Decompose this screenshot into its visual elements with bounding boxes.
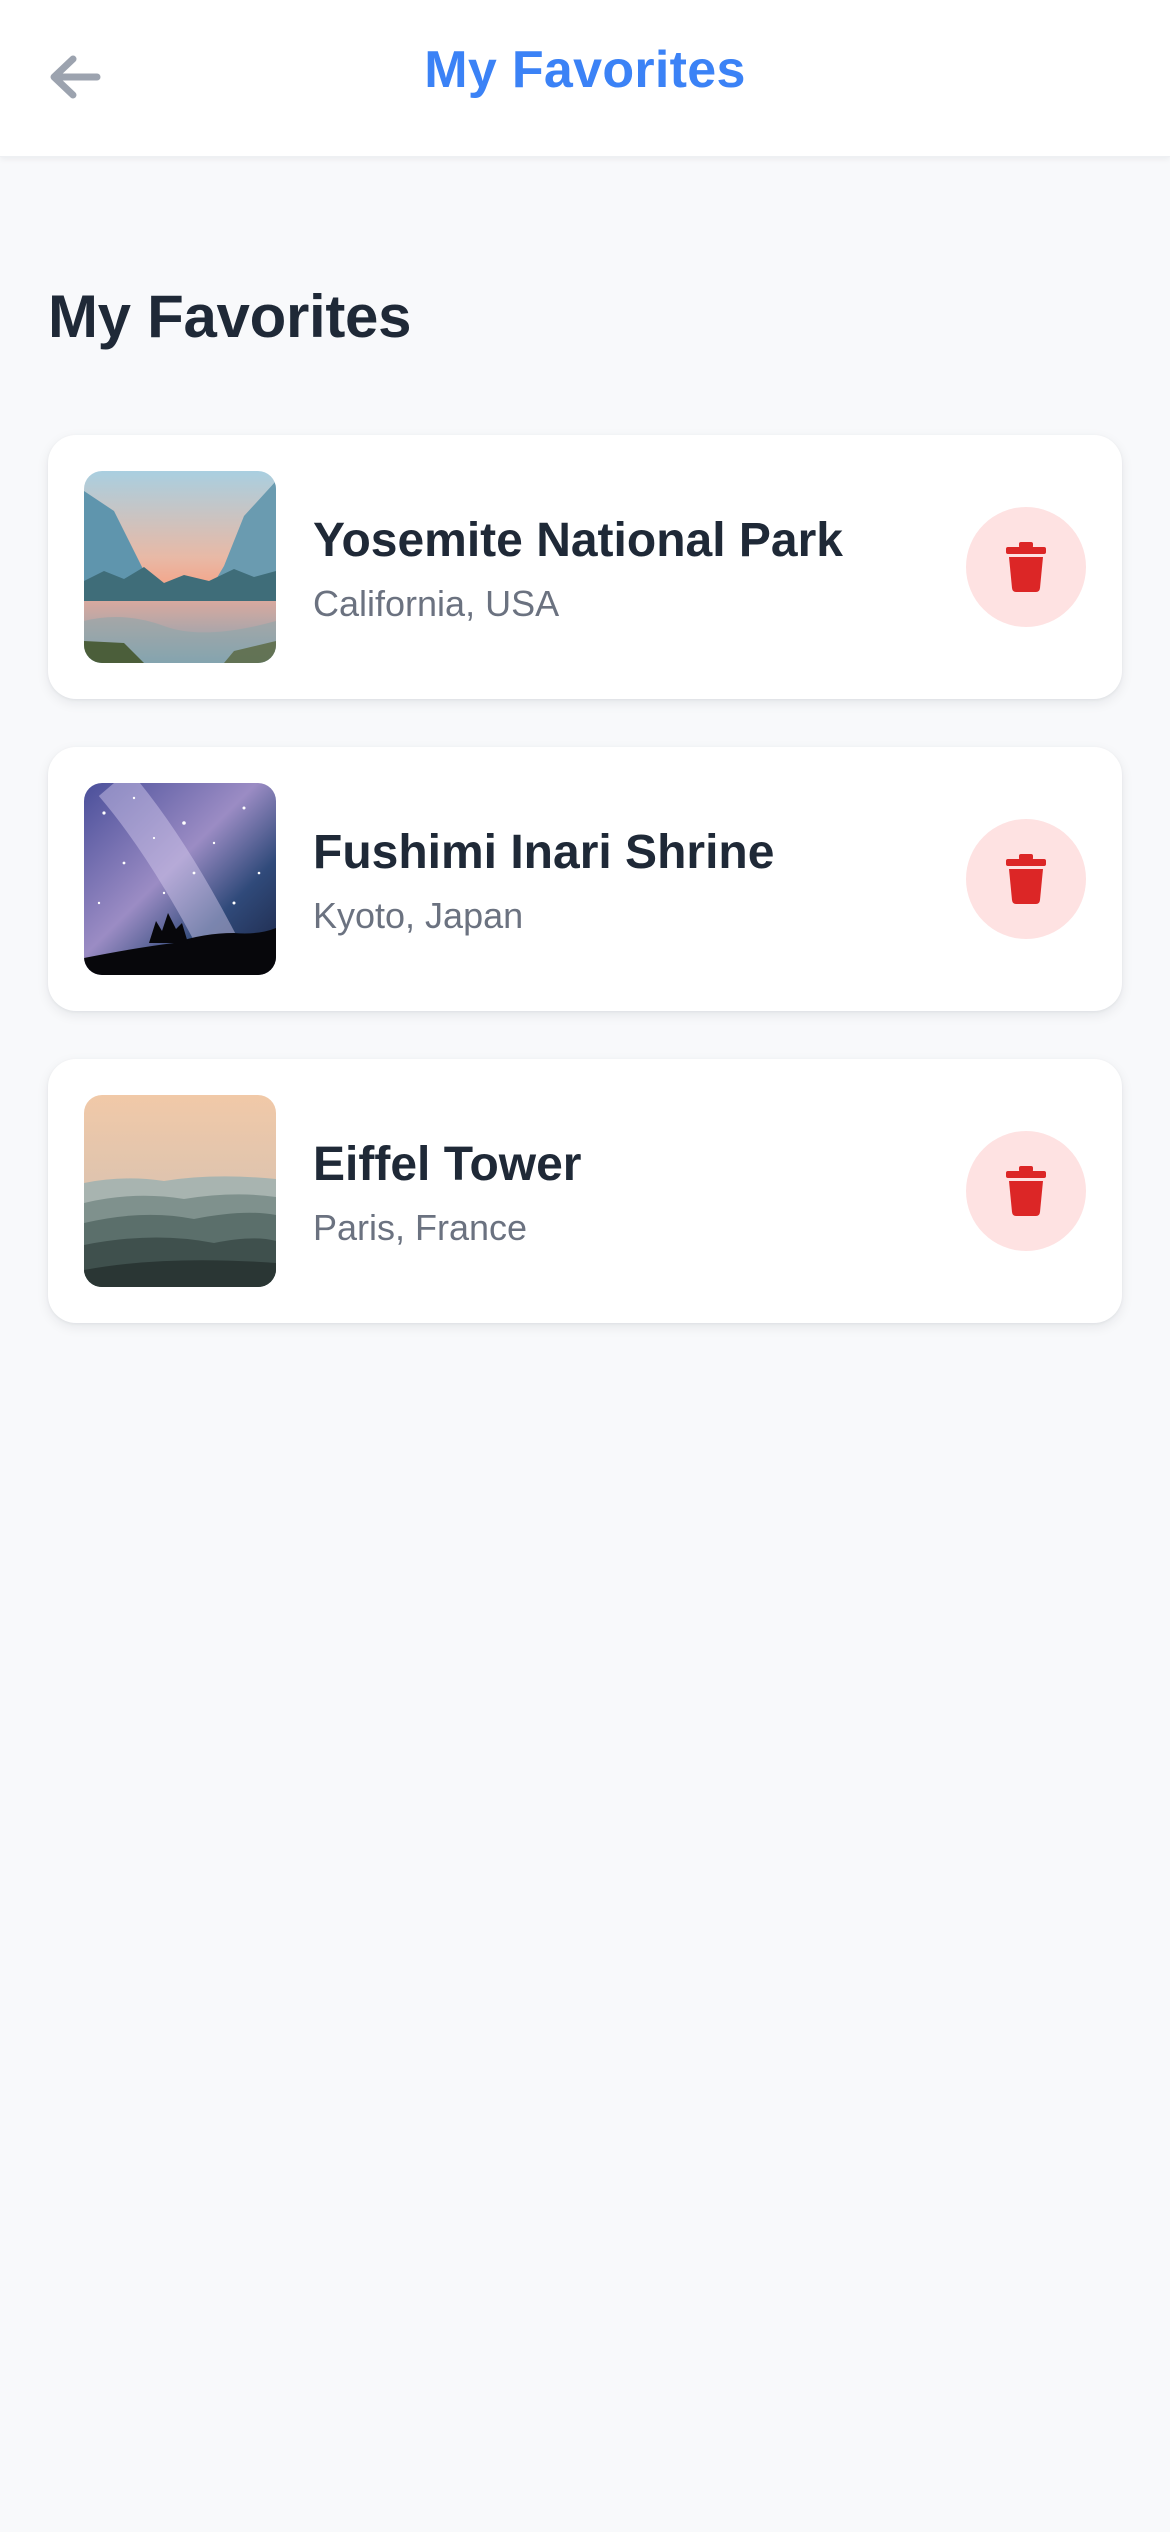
trash-icon (1006, 542, 1046, 592)
misty-mountains-photo (84, 1095, 276, 1287)
delete-button[interactable] (966, 1131, 1086, 1251)
favorite-name: Fushimi Inari Shrine (313, 826, 775, 879)
trash-icon (1006, 1166, 1046, 1216)
app-header: My Favorites (0, 0, 1170, 157)
favorite-location: California, USA (313, 583, 560, 624)
favorite-name: Eiffel Tower (313, 1138, 582, 1191)
favorite-card[interactable]: Yosemite National Park California, USA (48, 435, 1122, 699)
header-title: My Favorites (424, 41, 746, 99)
valley-sunset-photo (84, 471, 276, 663)
delete-button[interactable] (966, 507, 1086, 627)
favorite-name: Yosemite National Park (313, 514, 843, 567)
favorite-card[interactable]: Eiffel Tower Paris, France (48, 1059, 1122, 1323)
page-title: My Favorites (48, 283, 412, 350)
favorite-location: Kyoto, Japan (313, 895, 524, 936)
favorite-location: Paris, France (313, 1207, 528, 1248)
starry-sky-photo (84, 783, 276, 975)
favorite-card[interactable]: Fushimi Inari Shrine Kyoto, Japan (48, 747, 1122, 1011)
delete-button[interactable] (966, 819, 1086, 939)
trash-icon (1006, 854, 1046, 904)
